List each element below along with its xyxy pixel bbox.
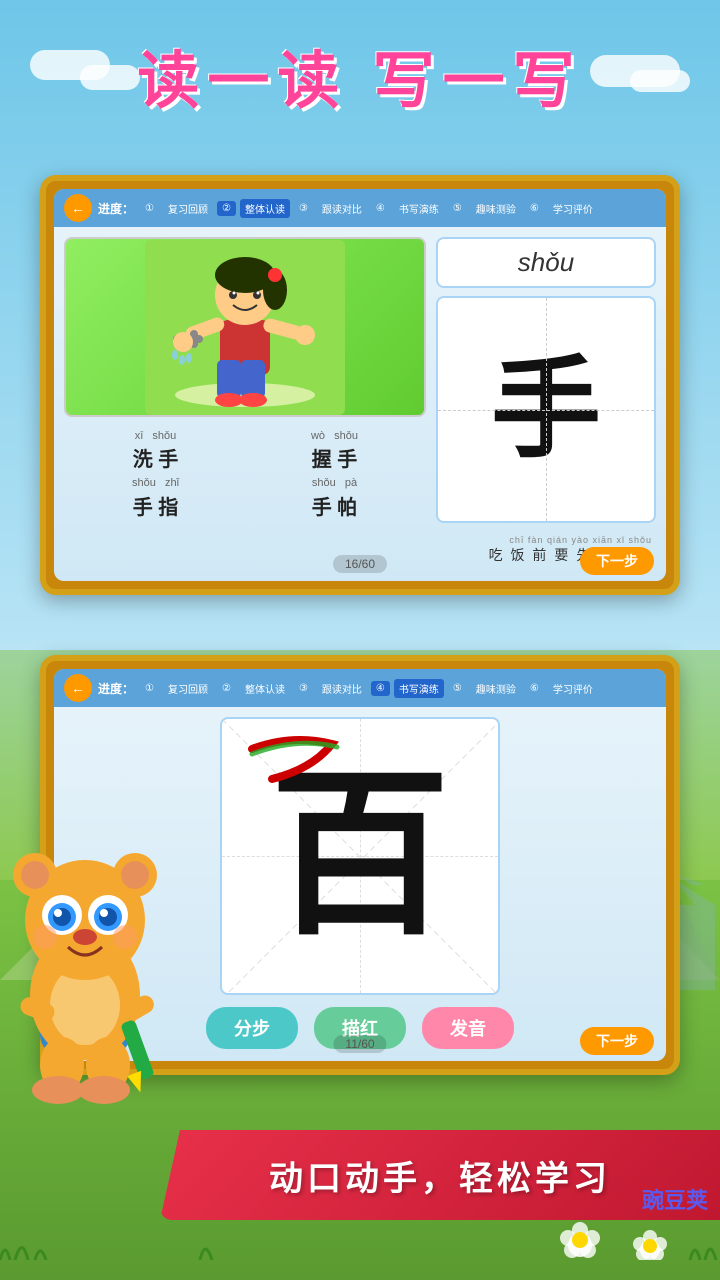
banner-text: 动口动手，轻松学习 <box>269 1151 611 1200</box>
step-2-6[interactable]: ⑥ <box>525 681 544 696</box>
page-counter-2: 11/60 <box>333 1035 386 1053</box>
step-1-1[interactable]: ① <box>140 201 159 216</box>
step-label-2-1: 复习回顾 <box>163 679 213 698</box>
watermark: 豌豆荚 <box>642 1183 708 1215</box>
progress-bar-2: ← 进度： ① 复习回顾 ② 整体认读 ③ 跟读对比 ④ 书写演练 ⑤ 趣味测验… <box>54 669 666 707</box>
red-stroke-overlay <box>232 729 352 809</box>
card-1-inner: ← 进度： ① 复习回顾 ② 整体认读 ③ 跟读对比 ④ 书写演练 ⑤ 趣味测验… <box>54 189 666 581</box>
step-label-1-3: 跟读对比 <box>317 199 367 218</box>
watermark-text: 豌豆荚 <box>642 1188 708 1213</box>
step-label-1-2: 整体认读 <box>240 199 290 218</box>
step-1-4[interactable]: ④ <box>371 201 390 216</box>
step-1-5[interactable]: ⑤ <box>448 201 467 216</box>
sentence-pinyin: chī fàn qián yào xiān xǐ shǒu <box>440 535 652 545</box>
word-4: shǒu pà 手 帕 <box>247 476 422 519</box>
step-2-3[interactable]: ③ <box>294 681 313 696</box>
bear-mascot <box>0 825 200 1105</box>
word-4-pinyin: shǒu pà <box>247 476 422 490</box>
card-panel-1: ← 进度： ① 复习回顾 ② 整体认读 ③ 跟读对比 ④ 书写演练 ⑤ 趣味测验… <box>40 175 680 595</box>
step-2-1[interactable]: ① <box>140 681 159 696</box>
progress-steps-2: ① 复习回顾 ② 整体认读 ③ 跟读对比 ④ 书写演练 ⑤ 趣味测验 ⑥ 学习评… <box>140 679 598 698</box>
right-section-1: shǒu 手 chī fàn qián yào xiān xǐ shǒu 吃 饭… <box>436 237 656 569</box>
card-1-content: xī shǒu 洗 手 wò shǒu 握 手 shǒu zhǐ 手 指 shǒ… <box>54 227 666 579</box>
character-image-1 <box>64 237 426 417</box>
step-1-3[interactable]: ③ <box>294 201 313 216</box>
progress-bar-1: ← 进度： ① 复习回顾 ② 整体认读 ③ 跟读对比 ④ 书写演练 ⑤ 趣味测验… <box>54 189 666 227</box>
step-label-1-4: 书写演练 <box>394 199 444 218</box>
step-1-2[interactable]: ② <box>217 201 236 216</box>
step-2-5[interactable]: ⑤ <box>448 681 467 696</box>
step-label-2-5: 趣味测验 <box>471 679 521 698</box>
step-2-2[interactable]: ② <box>217 681 236 696</box>
step-label-1-5: 趣味测验 <box>471 199 521 218</box>
character-box-1: 手 <box>436 296 656 523</box>
page-counter-1: 16/60 <box>333 555 387 573</box>
step-2-4[interactable]: ④ <box>371 681 390 696</box>
left-section-1: xī shǒu 洗 手 wò shǒu 握 手 shǒu zhǐ 手 指 shǒ… <box>64 237 426 569</box>
word-3: shǒu zhǐ 手 指 <box>68 476 243 519</box>
step-label-2-4: 书写演练 <box>394 679 444 698</box>
bottom-banner: 动口动手，轻松学习 <box>160 1130 720 1220</box>
character-write-box[interactable]: 百 <box>220 717 500 995</box>
sound-button[interactable]: 发音 <box>422 1007 514 1049</box>
word-2-pinyin: wò shǒu <box>247 429 422 443</box>
word-1-text: 洗 手 <box>68 443 243 472</box>
step-label-2-2: 整体认读 <box>240 679 290 698</box>
steps-button[interactable]: 分步 <box>206 1007 298 1049</box>
word-4-text: 手 帕 <box>247 491 422 520</box>
word-3-pinyin: shǒu zhǐ <box>68 476 243 490</box>
word-2: wò shǒu 握 手 <box>247 429 422 472</box>
step-label-1-6: 学习评价 <box>548 199 598 218</box>
progress-steps-1: ① 复习回顾 ② 整体认读 ③ 跟读对比 ④ 书写演练 ⑤ 趣味测验 ⑥ 学习评… <box>140 199 598 218</box>
grid-v <box>546 298 547 521</box>
word-1-pinyin: xī shǒu <box>68 429 243 443</box>
word-1: xī shǒu 洗 手 <box>68 429 243 472</box>
page-title: 读一读 写一写 <box>0 30 720 120</box>
progress-label-2: 进度： <box>98 680 134 697</box>
pinyin-display: shǒu <box>436 237 656 288</box>
bear-svg <box>0 825 200 1105</box>
next-button-1[interactable]: 下一步 <box>580 547 654 575</box>
words-grid: xī shǒu 洗 手 wò shǒu 握 手 shǒu zhǐ 手 指 shǒ… <box>64 425 426 524</box>
next-button-2[interactable]: 下一步 <box>580 1027 654 1055</box>
back-button-2[interactable]: ← <box>64 674 92 702</box>
girl-illustration <box>145 240 345 415</box>
step-label-1-1: 复习回顾 <box>163 199 213 218</box>
step-1-6[interactable]: ⑥ <box>525 201 544 216</box>
step-label-2-6: 学习评价 <box>548 679 598 698</box>
back-button-1[interactable]: ← <box>64 194 92 222</box>
word-2-text: 握 手 <box>247 443 422 472</box>
progress-label-1: 进度： <box>98 200 134 217</box>
word-3-text: 手 指 <box>68 491 243 520</box>
step-label-2-3: 跟读对比 <box>317 679 367 698</box>
